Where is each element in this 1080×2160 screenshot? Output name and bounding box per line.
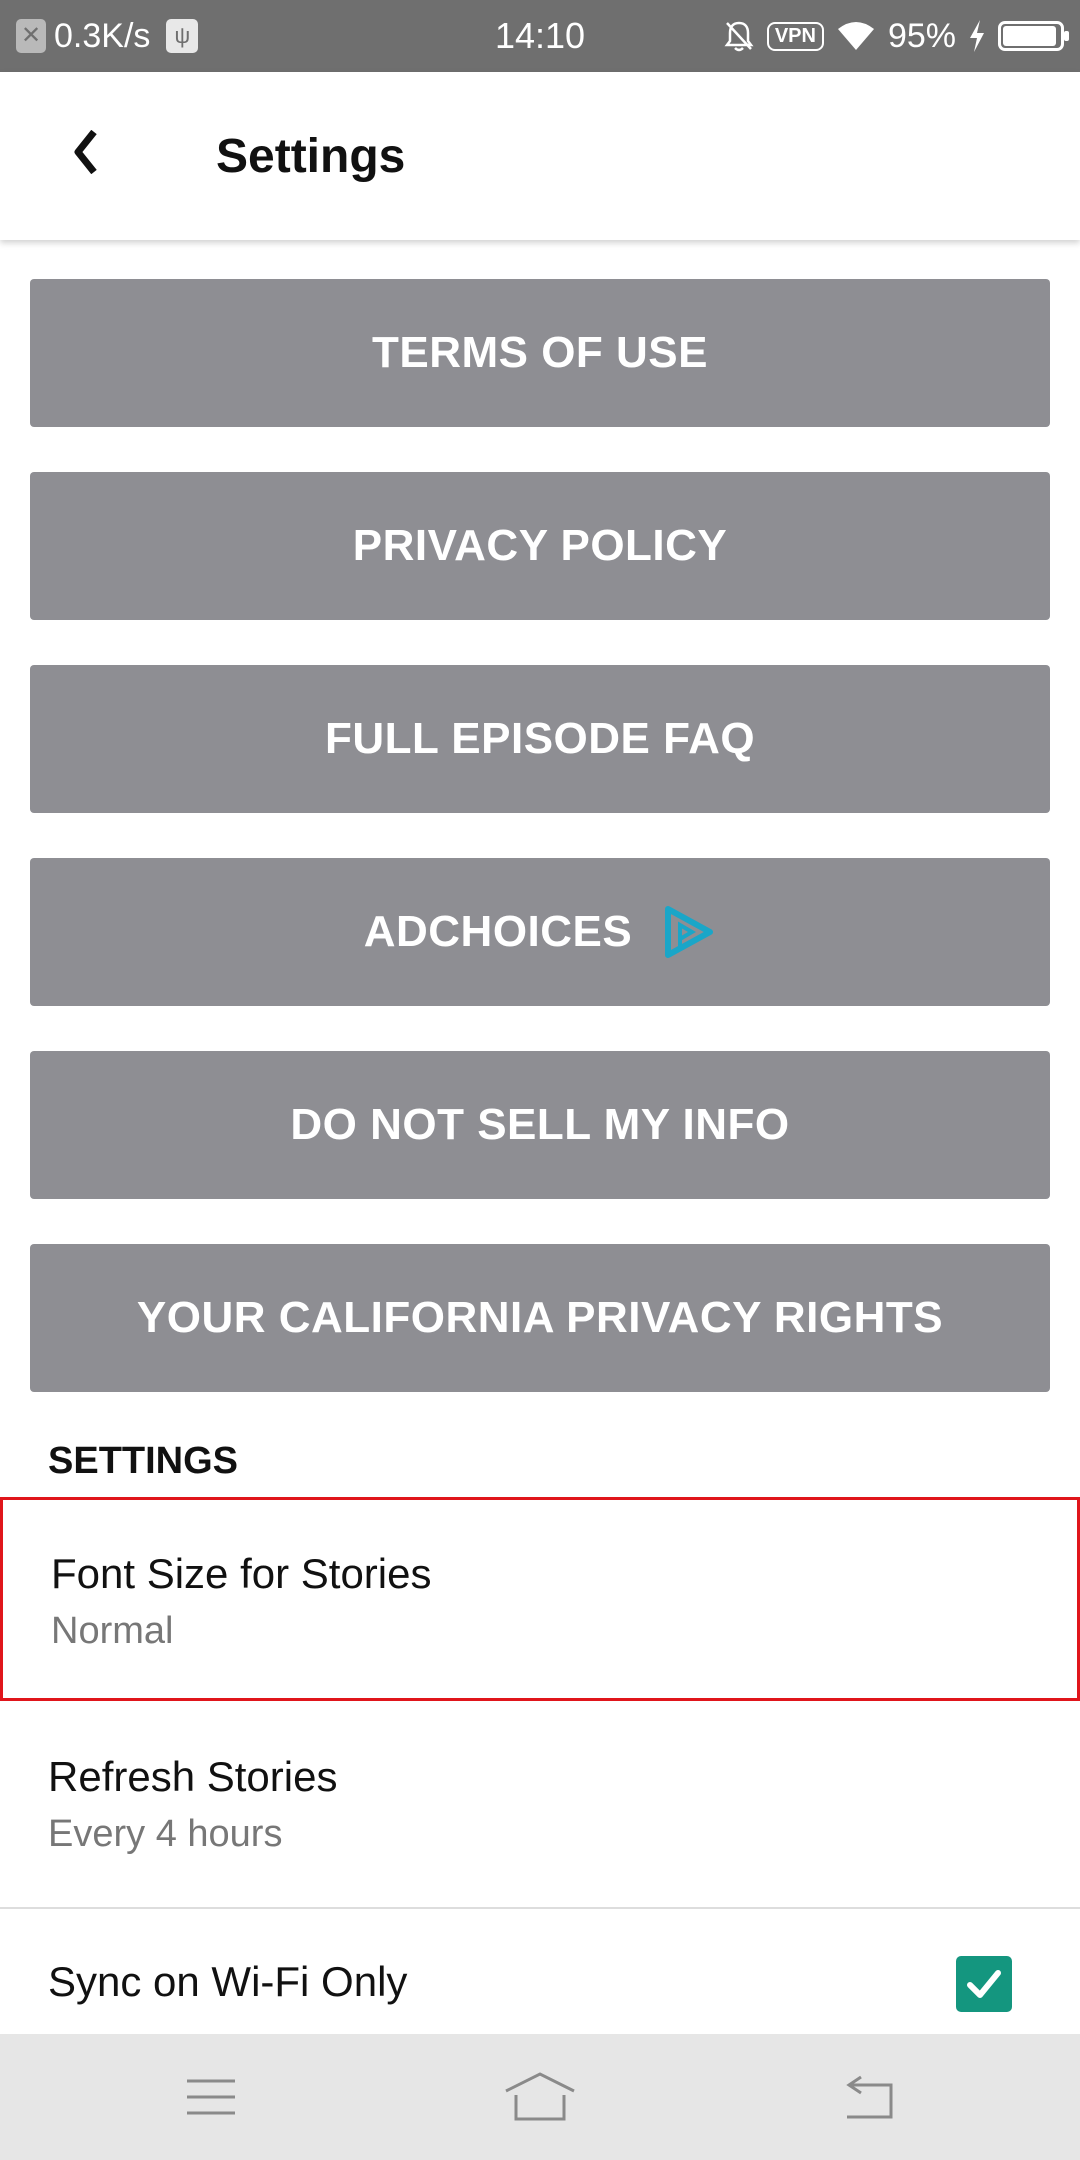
system-back-button[interactable]	[829, 2062, 909, 2132]
status-right: VPN 95%	[723, 0, 1069, 72]
status-bar: ✕ 0.3K/s ψ 14:10 VPN 95%	[0, 0, 1080, 72]
button-label: FULL EPISODE FAQ	[324, 714, 756, 763]
charging-icon	[970, 20, 984, 52]
home-icon	[505, 2072, 575, 2121]
divider	[0, 1907, 1080, 1909]
checkmark-icon	[967, 1970, 1001, 1998]
battery-level	[1003, 26, 1056, 46]
privacy-policy-button[interactable]: PRIVACY POLICY	[30, 472, 1050, 620]
back-button[interactable]	[50, 112, 120, 192]
nav-bar	[0, 2034, 1080, 2160]
app-header: Settings	[0, 72, 1080, 240]
home-button[interactable]	[500, 2062, 580, 2132]
setting-value: Normal	[51, 1610, 174, 1652]
settings-section-title: SETTINGS	[48, 1440, 239, 1482]
terms-of-use-button[interactable]: TERMS OF USE	[30, 279, 1050, 427]
sync-wifi-checkbox[interactable]	[956, 1956, 1012, 2012]
page-title: Settings	[216, 129, 406, 183]
back-arrow-icon	[74, 130, 97, 174]
button-label: PRIVACY POLICY	[352, 521, 728, 570]
battery-percent: 95%	[887, 16, 956, 55]
menu-icon	[187, 2079, 235, 2115]
setting-font-size[interactable]: Font Size for Stories Normal	[0, 1497, 1080, 1701]
button-label: DO NOT SELL MY INFO	[290, 1100, 790, 1149]
setting-title: Font Size for Stories	[51, 1550, 432, 1597]
setting-title: Sync on Wi-Fi Only	[48, 1958, 408, 2005]
setting-value: Every 4 hours	[48, 1813, 283, 1855]
button-label: ADCHOICES	[363, 907, 633, 956]
vpn-icon: VPN	[766, 21, 824, 51]
adchoices-icon	[662, 905, 716, 959]
setting-sync-wifi[interactable]: Sync on Wi-Fi Only	[0, 1956, 1080, 2034]
wifi-icon	[837, 22, 874, 50]
back-icon	[846, 2075, 893, 2119]
setting-refresh-stories[interactable]: Refresh Stories Every 4 hours	[0, 1703, 1080, 1907]
full-episode-faq-button[interactable]: FULL EPISODE FAQ	[30, 665, 1050, 813]
setting-title: Refresh Stories	[48, 1753, 338, 1800]
california-privacy-rights-button[interactable]: YOUR CALIFORNIA PRIVACY RIGHTS	[30, 1244, 1050, 1392]
menu-button[interactable]	[171, 2062, 251, 2132]
bell-off-icon	[724, 21, 754, 52]
do-not-sell-button[interactable]: DO NOT SELL MY INFO	[30, 1051, 1050, 1199]
adchoices-button[interactable]: ADCHOICES	[30, 858, 1050, 1006]
battery-icon	[998, 21, 1069, 51]
button-label: TERMS OF USE	[371, 328, 709, 377]
button-label: YOUR CALIFORNIA PRIVACY RIGHTS	[136, 1293, 944, 1342]
